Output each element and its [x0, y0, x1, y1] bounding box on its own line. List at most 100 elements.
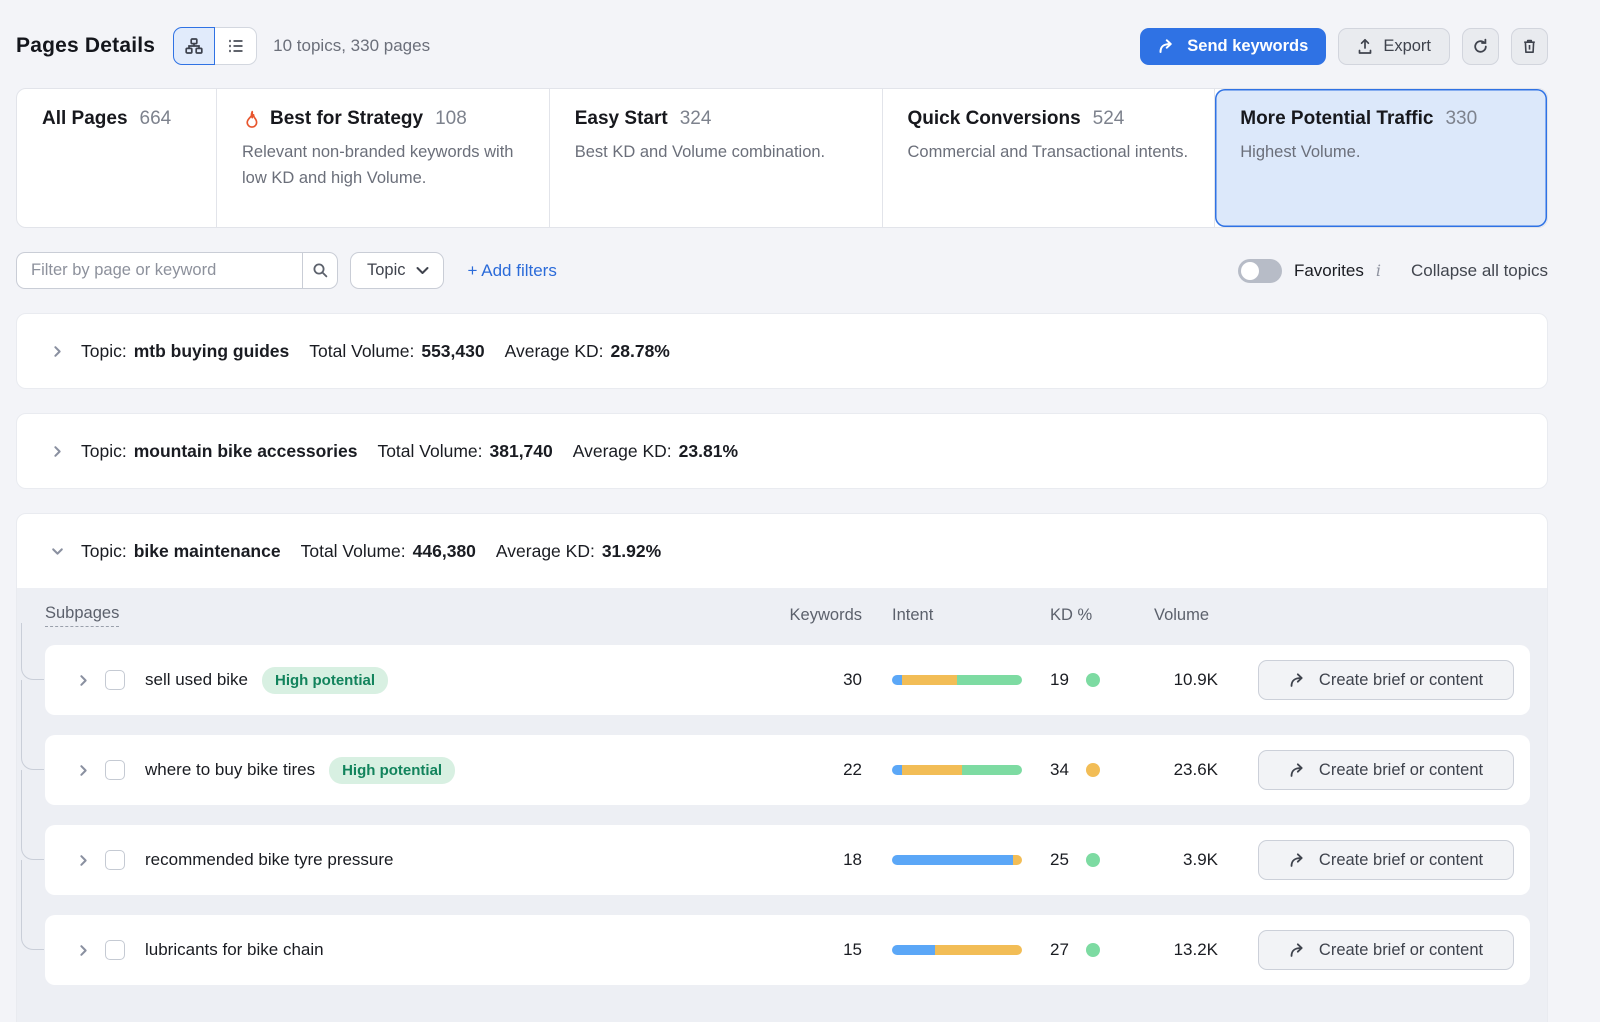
- topic-card-mountain-bike-accessories: Topic: mountain bike accessories Total V…: [16, 413, 1548, 489]
- chevron-down-icon[interactable]: [47, 544, 67, 559]
- topic-name: mtb buying guides: [134, 341, 290, 362]
- page-name: recommended bike tyre pressure: [145, 850, 394, 870]
- favorites-label: Favorites: [1294, 261, 1364, 281]
- tab-all-pages[interactable]: All Pages 664: [17, 89, 217, 227]
- page-title: Pages Details: [16, 34, 155, 58]
- topic-name: bike maintenance: [134, 541, 281, 562]
- kd-dot: [1086, 943, 1100, 957]
- filter-input[interactable]: [16, 252, 302, 289]
- page-name: sell used bike: [145, 670, 248, 690]
- intent-segment-informational: [892, 765, 902, 775]
- add-filters-link[interactable]: + Add filters: [468, 261, 557, 281]
- info-icon[interactable]: i: [1376, 261, 1381, 280]
- total-volume-label: Total Volume:: [377, 441, 482, 462]
- topic-prefix: Topic:: [81, 441, 127, 462]
- high-potential-badge: High potential: [262, 667, 388, 694]
- create-brief-arrow-icon: [1289, 673, 1308, 688]
- intent-segment-transactional: [962, 765, 1022, 775]
- delete-button[interactable]: [1511, 28, 1548, 65]
- refresh-button[interactable]: [1462, 28, 1499, 65]
- create-brief-button[interactable]: Create brief or content: [1258, 750, 1514, 790]
- toggle-knob: [1241, 262, 1259, 280]
- topic-card-bike-maintenance: Topic: bike maintenance Total Volume: 44…: [16, 513, 1548, 1022]
- tab-count: 664: [140, 108, 172, 130]
- tab-easy-start[interactable]: Easy Start 324 Best KD and Volume combin…: [550, 89, 883, 227]
- export-icon: [1357, 38, 1373, 55]
- tab-description: Relevant non-branded keywords with low K…: [242, 139, 524, 191]
- kd-dot: [1086, 763, 1100, 777]
- chevron-right-icon[interactable]: [61, 943, 105, 958]
- keywords-count: 18: [843, 850, 862, 870]
- view-toggle: [173, 27, 257, 65]
- intent-segment-commercial: [935, 945, 1022, 955]
- kd-dot: [1086, 673, 1100, 687]
- search-button[interactable]: [302, 252, 338, 289]
- intent-segment-informational: [892, 675, 902, 685]
- tab-more-potential-traffic[interactable]: More Potential Traffic 330 Highest Volum…: [1215, 89, 1547, 227]
- top-actions: Send keywords Export: [1140, 28, 1548, 65]
- chevron-right-icon[interactable]: [47, 444, 67, 459]
- average-kd-value: 28.78%: [611, 341, 670, 362]
- column-header-volume: Volume: [1154, 606, 1209, 625]
- list-view-button[interactable]: [215, 27, 257, 65]
- row-checkbox[interactable]: [105, 760, 125, 780]
- keywords-count: 22: [843, 760, 862, 780]
- column-header-intent: Intent: [892, 606, 933, 625]
- intent-segment-commercial: [902, 675, 957, 685]
- total-volume-value: 553,430: [421, 341, 484, 362]
- chevron-right-icon[interactable]: [61, 853, 105, 868]
- favorites-toggle[interactable]: [1238, 259, 1282, 283]
- row-checkbox[interactable]: [105, 670, 125, 690]
- volume-value: 13.2K: [1174, 940, 1218, 960]
- row-checkbox[interactable]: [105, 940, 125, 960]
- row-checkbox[interactable]: [105, 850, 125, 870]
- topic-prefix: Topic:: [81, 341, 127, 362]
- kd-value: 25: [1050, 850, 1076, 870]
- subpage-row-wrap: sell used bike High potential 30 19 10.9…: [45, 645, 1530, 715]
- trash-icon: [1521, 38, 1538, 55]
- tab-label: Best for Strategy: [270, 108, 423, 130]
- page-name: lubricants for bike chain: [145, 940, 324, 960]
- pages-details-panel: Pages Details: [0, 0, 1564, 1022]
- total-volume-label: Total Volume:: [301, 541, 406, 562]
- column-header-subpages[interactable]: Subpages: [45, 604, 119, 627]
- subpage-row[interactable]: sell used bike High potential 30 19 10.9…: [45, 645, 1530, 715]
- create-brief-button[interactable]: Create brief or content: [1258, 660, 1514, 700]
- filter-bar: Topic + Add filters Favorites i Collapse…: [16, 252, 1548, 289]
- chevron-right-icon[interactable]: [47, 344, 67, 359]
- topic-filter-dropdown[interactable]: Topic: [350, 252, 444, 289]
- keywords-count: 30: [843, 670, 862, 690]
- column-header-keywords: Keywords: [790, 606, 862, 625]
- chevron-right-icon[interactable]: [61, 673, 105, 688]
- subpage-row[interactable]: lubricants for bike chain 15 27 13.2K Cr…: [45, 915, 1530, 985]
- create-brief-label: Create brief or content: [1319, 941, 1483, 960]
- topic-header[interactable]: Topic: mountain bike accessories Total V…: [17, 414, 1547, 488]
- subpage-rows: sell used bike High potential 30 19 10.9…: [45, 645, 1530, 985]
- tab-label: Easy Start: [575, 108, 668, 130]
- create-brief-button[interactable]: Create brief or content: [1258, 930, 1514, 970]
- average-kd-label: Average KD:: [505, 341, 604, 362]
- send-keywords-button[interactable]: Send keywords: [1140, 28, 1326, 65]
- topics-pages-summary: 10 topics, 330 pages: [273, 36, 430, 56]
- kd-value: 34: [1050, 760, 1076, 780]
- topic-header[interactable]: Topic: bike maintenance Total Volume: 44…: [17, 514, 1547, 588]
- total-volume-label: Total Volume:: [309, 341, 414, 362]
- hierarchy-view-button[interactable]: [173, 27, 215, 65]
- average-kd-label: Average KD:: [496, 541, 595, 562]
- create-brief-arrow-icon: [1289, 943, 1308, 958]
- collapse-all-topics-link[interactable]: Collapse all topics: [1411, 261, 1548, 281]
- export-button[interactable]: Export: [1338, 28, 1450, 65]
- topic-name: mountain bike accessories: [134, 441, 358, 462]
- create-brief-button[interactable]: Create brief or content: [1258, 840, 1514, 880]
- topic-header[interactable]: Topic: mtb buying guides Total Volume: 5…: [17, 314, 1547, 388]
- subpage-row[interactable]: where to buy bike tires High potential 2…: [45, 735, 1530, 805]
- subpages-table: Subpages Keywords Intent KD % Volume sel…: [17, 588, 1547, 1022]
- topic-prefix: Topic:: [81, 541, 127, 562]
- chevron-right-icon[interactable]: [61, 763, 105, 778]
- search-icon: [312, 262, 329, 279]
- tab-best-for-strategy[interactable]: Best for Strategy 108 Relevant non-brand…: [217, 89, 550, 227]
- total-volume-value: 446,380: [413, 541, 476, 562]
- tab-quick-conversions[interactable]: Quick Conversions 524 Commercial and Tra…: [883, 89, 1216, 227]
- subpage-row[interactable]: recommended bike tyre pressure 18 25 3.9…: [45, 825, 1530, 895]
- filter-bar-right: Favorites i Collapse all topics: [1238, 259, 1548, 283]
